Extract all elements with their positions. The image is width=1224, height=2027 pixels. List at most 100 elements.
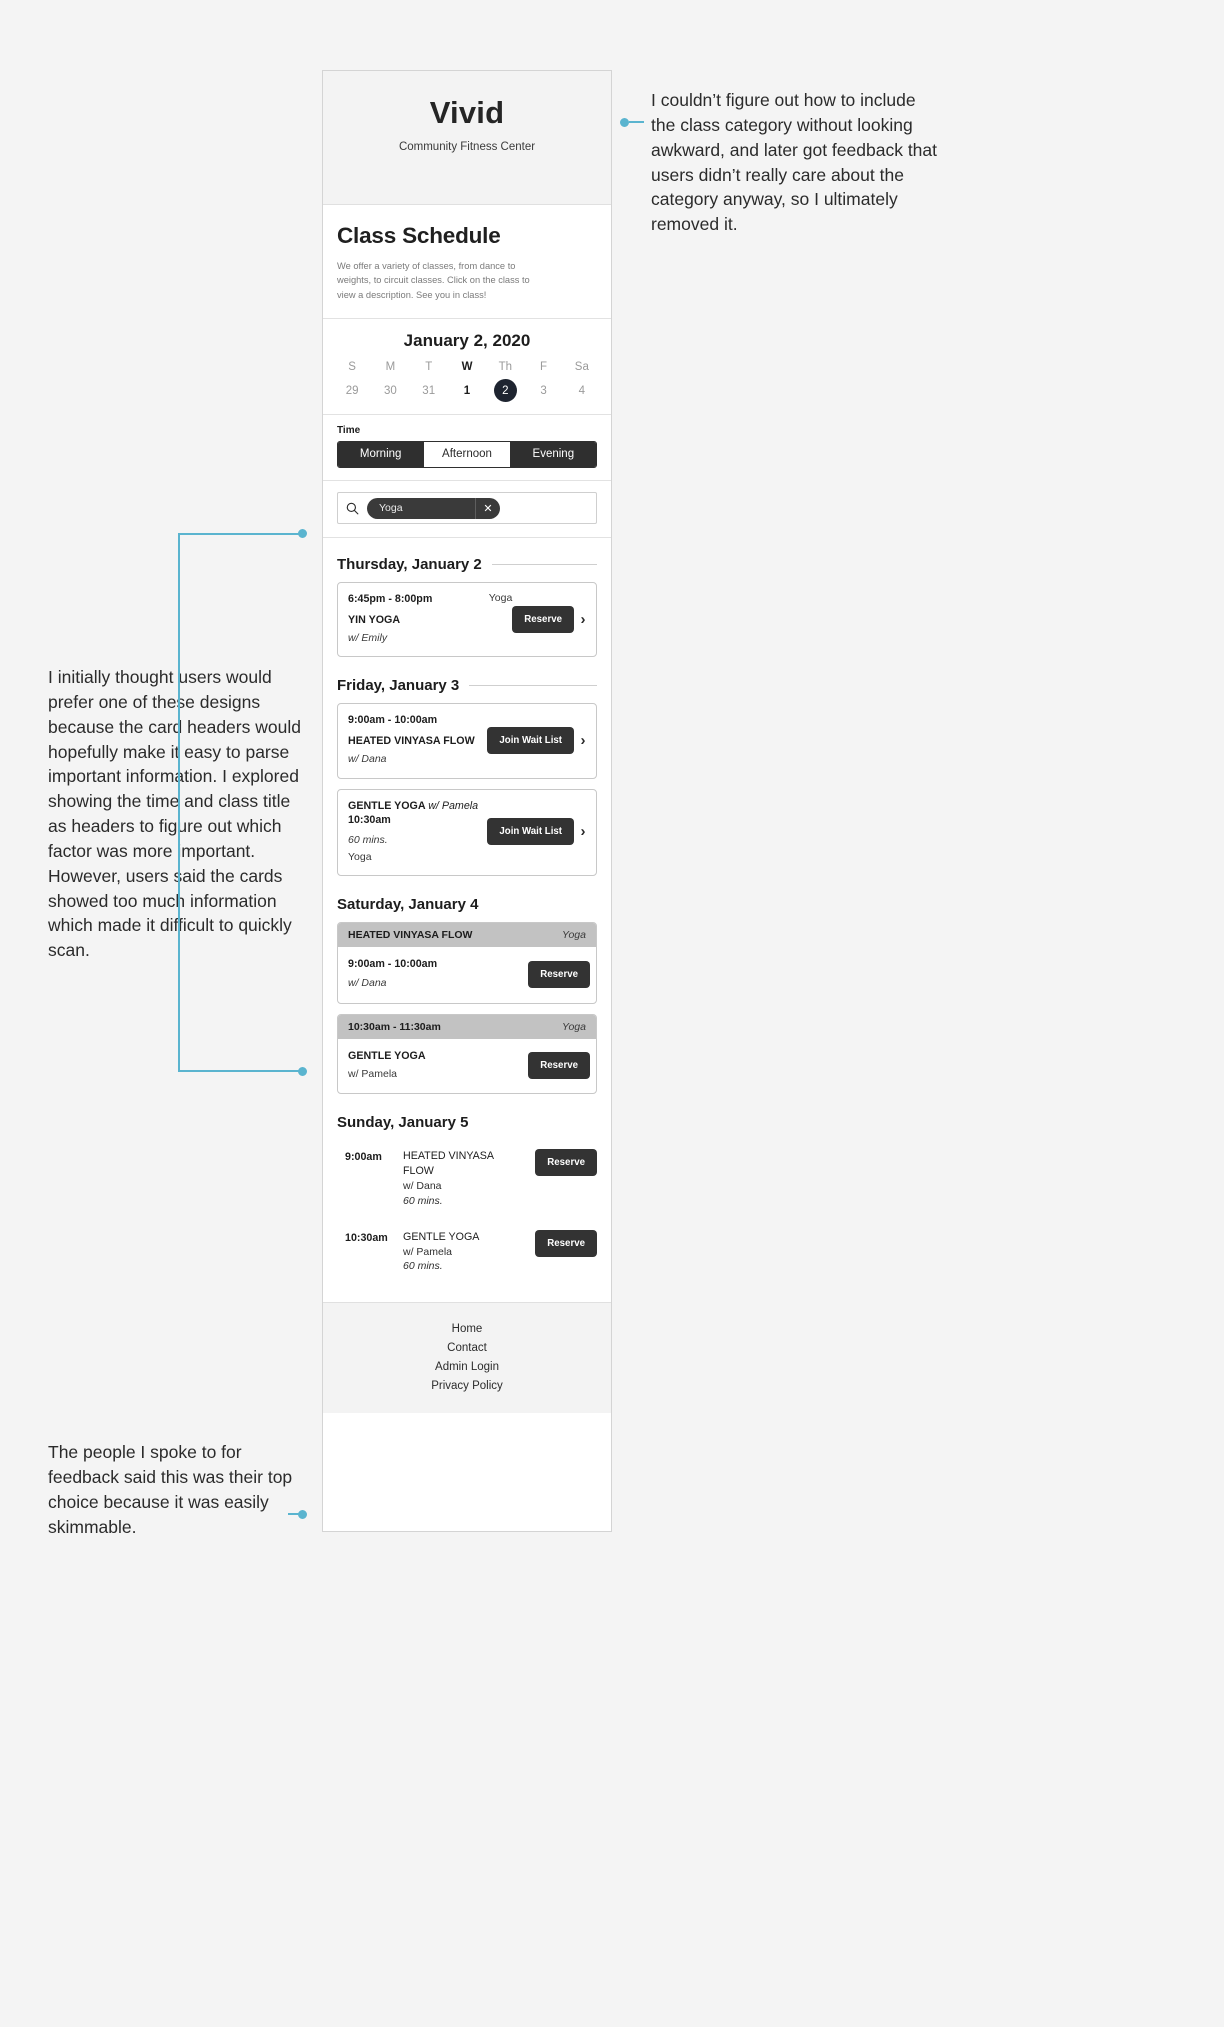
day-heading-rule [491, 564, 597, 566]
class-card-header: HEATED VINYASA FLOW Yoga [338, 922, 596, 947]
class-card-info: GENTLE YOGA w/ Pamela 10:30am 60 mins. Y… [348, 799, 487, 865]
search-input[interactable]: Yoga ✕ [337, 492, 597, 525]
class-instructor: w/ Pamela [348, 1068, 398, 1081]
phone-mockup: Vivid Community Fitness Center Class Sch… [322, 70, 612, 1532]
reserve-button[interactable]: Reserve [535, 1149, 597, 1177]
class-duration: 60 mins. [403, 1260, 443, 1273]
class-title: GENTLE YOGA [348, 1049, 426, 1062]
calendar-dow: T [425, 361, 433, 374]
calendar-day-cell[interactable]: 31 [410, 379, 448, 402]
page-title: Class Schedule [337, 223, 501, 248]
class-list-info: HEATED VINYASA FLOW w/ Dana 60 mins. [403, 1149, 527, 1208]
footer-link-contact[interactable]: Contact [323, 1338, 611, 1357]
class-instructor: w/ Emily [348, 632, 388, 645]
calendar-dow: W [461, 361, 473, 374]
calendar-day[interactable]: 3 [532, 379, 555, 402]
day-heading-thursday: Thursday, January 2 [337, 556, 597, 573]
class-card[interactable]: 6:45pm - 8:00pm Yoga YIN YOGA w/ Emily R… [337, 582, 597, 658]
calendar-strip: January 2, 2020 S M T W Th F Sa 29 30 31… [323, 319, 611, 416]
class-time: 9:00am [345, 1151, 382, 1164]
schedule-list: Thursday, January 2 6:45pm - 8:00pm Yoga… [323, 556, 611, 1290]
class-list-item[interactable]: 10:30am GENTLE YOGA w/ Pamela 60 mins. R… [337, 1221, 597, 1286]
class-card[interactable]: HEATED VINYASA FLOW Yoga 9:00am - 10:00a… [337, 921, 597, 1004]
calendar-day-cell-selected[interactable]: 2 [486, 379, 524, 403]
class-card[interactable]: 10:30am - 11:30am Yoga GENTLE YOGA w/ Pa… [337, 1013, 597, 1095]
calendar-dow: Th [498, 361, 512, 374]
close-icon[interactable]: ✕ [475, 497, 500, 519]
day-heading-sunday: Sunday, January 5 [337, 1114, 597, 1131]
search-section: Yoga ✕ [323, 481, 611, 539]
footer-link-admin-login[interactable]: Admin Login [323, 1357, 611, 1376]
class-title: YIN YOGA [348, 613, 401, 626]
calendar-day[interactable]: 4 [570, 379, 593, 402]
join-wait-list-button[interactable]: Join Wait List [487, 818, 574, 846]
join-wait-list-button[interactable]: Join Wait List [487, 726, 574, 754]
class-list-item[interactable]: 9:00am HEATED VINYASA FLOW w/ Dana 60 mi… [337, 1140, 597, 1220]
class-time: 10:30am - 11:30am [348, 1020, 441, 1033]
calendar-day[interactable]: 1 [455, 379, 478, 402]
annotation-right: I couldn’t figure out how to include the… [651, 90, 938, 235]
class-time: 9:00am - 10:00am [348, 957, 438, 970]
class-title: HEATED VINYASA FLOW [403, 1150, 494, 1178]
day-heading-friday: Friday, January 3 [337, 677, 597, 694]
calendar-day[interactable]: 31 [417, 379, 440, 402]
reserve-button[interactable]: Reserve [528, 1052, 590, 1080]
calendar-day[interactable]: 29 [341, 379, 364, 402]
time-segmented-control[interactable]: Morning Afternoon Evening [337, 441, 597, 469]
class-instructor: w/ Pamela [428, 799, 479, 812]
class-instructor: w/ Pamela [403, 1245, 453, 1258]
calendar-day-cell[interactable]: 30 [371, 379, 409, 402]
class-title-row: GENTLE YOGA w/ Pamela [348, 799, 487, 813]
calendar-dow: S [348, 361, 356, 374]
search-chip-label: Yoga [379, 502, 403, 515]
calendar-day-cell[interactable]: 29 [333, 379, 371, 402]
footer-link-home[interactable]: Home [323, 1319, 611, 1338]
calendar-day-cell[interactable]: 3 [524, 379, 562, 402]
calendar-day[interactable]: 30 [379, 379, 402, 402]
class-duration: 60 mins. [348, 833, 388, 846]
chevron-right-icon[interactable]: › [576, 611, 590, 628]
reserve-button[interactable]: Reserve [512, 605, 574, 633]
footer-link-privacy-policy[interactable]: Privacy Policy [323, 1376, 611, 1395]
class-category: Yoga [348, 850, 372, 863]
class-time: 9:00am - 10:00am [348, 714, 438, 727]
class-time: 10:30am [345, 1231, 388, 1244]
segment-evening[interactable]: Evening [510, 442, 596, 468]
reserve-button[interactable]: Reserve [528, 960, 590, 988]
annotation-dot-right [620, 118, 629, 127]
day-heading-saturday: Saturday, January 4 [337, 896, 597, 913]
segment-morning[interactable]: Morning [338, 442, 425, 468]
class-card[interactable]: GENTLE YOGA w/ Pamela 10:30am 60 mins. Y… [337, 788, 597, 876]
annotation-connector-vertical [178, 533, 180, 1071]
class-instructor: w/ Dana [348, 753, 387, 766]
annotation-dot-left-top-end [298, 1067, 307, 1076]
chevron-right-icon[interactable]: › [576, 732, 590, 749]
class-card-info: 9:00am - 10:00am w/ Dana [348, 957, 528, 992]
calendar-dow: Sa [574, 361, 589, 374]
calendar-dow: F [540, 361, 548, 374]
class-category: Yoga [488, 592, 513, 605]
class-time: 6:45pm - 8:00pm [348, 593, 433, 606]
class-card-info: 9:00am - 10:00am HEATED VINYASA FLOW w/ … [348, 713, 487, 767]
brand-header: Vivid Community Fitness Center [323, 71, 611, 205]
search-filter-chip[interactable]: Yoga ✕ [367, 497, 500, 519]
calendar-day-cell[interactable]: 4 [563, 379, 601, 402]
time-filter-section: Time Morning Afternoon Evening [323, 415, 611, 482]
brand-tagline: Community Fitness Center [398, 140, 536, 153]
footer-nav: Home Contact Admin Login Privacy Policy [323, 1302, 611, 1414]
calendar-day-cell[interactable]: 1 [448, 379, 486, 402]
class-card[interactable]: 9:00am - 10:00am HEATED VINYASA FLOW w/ … [337, 703, 597, 779]
annotation-dot-left-top-start [298, 529, 307, 538]
annotation-connector-left-bottom [288, 1513, 302, 1515]
class-card-body: 6:45pm - 8:00pm Yoga YIN YOGA w/ Emily R… [338, 583, 596, 656]
class-list-info: GENTLE YOGA w/ Pamela 60 mins. [403, 1230, 527, 1274]
class-card-body: 9:00am - 10:00am w/ Dana Reserve [338, 947, 596, 1003]
page-description: We offer a variety of classes, from danc… [337, 261, 530, 300]
day-heading-label: Friday, January 3 [337, 677, 460, 695]
reserve-button[interactable]: Reserve [535, 1229, 597, 1257]
segment-afternoon[interactable]: Afternoon [424, 442, 511, 468]
calendar-day-selected[interactable]: 2 [493, 379, 517, 403]
class-title: GENTLE YOGA [348, 799, 426, 812]
chevron-right-icon[interactable]: › [576, 823, 590, 840]
calendar-dow: M [385, 361, 396, 374]
